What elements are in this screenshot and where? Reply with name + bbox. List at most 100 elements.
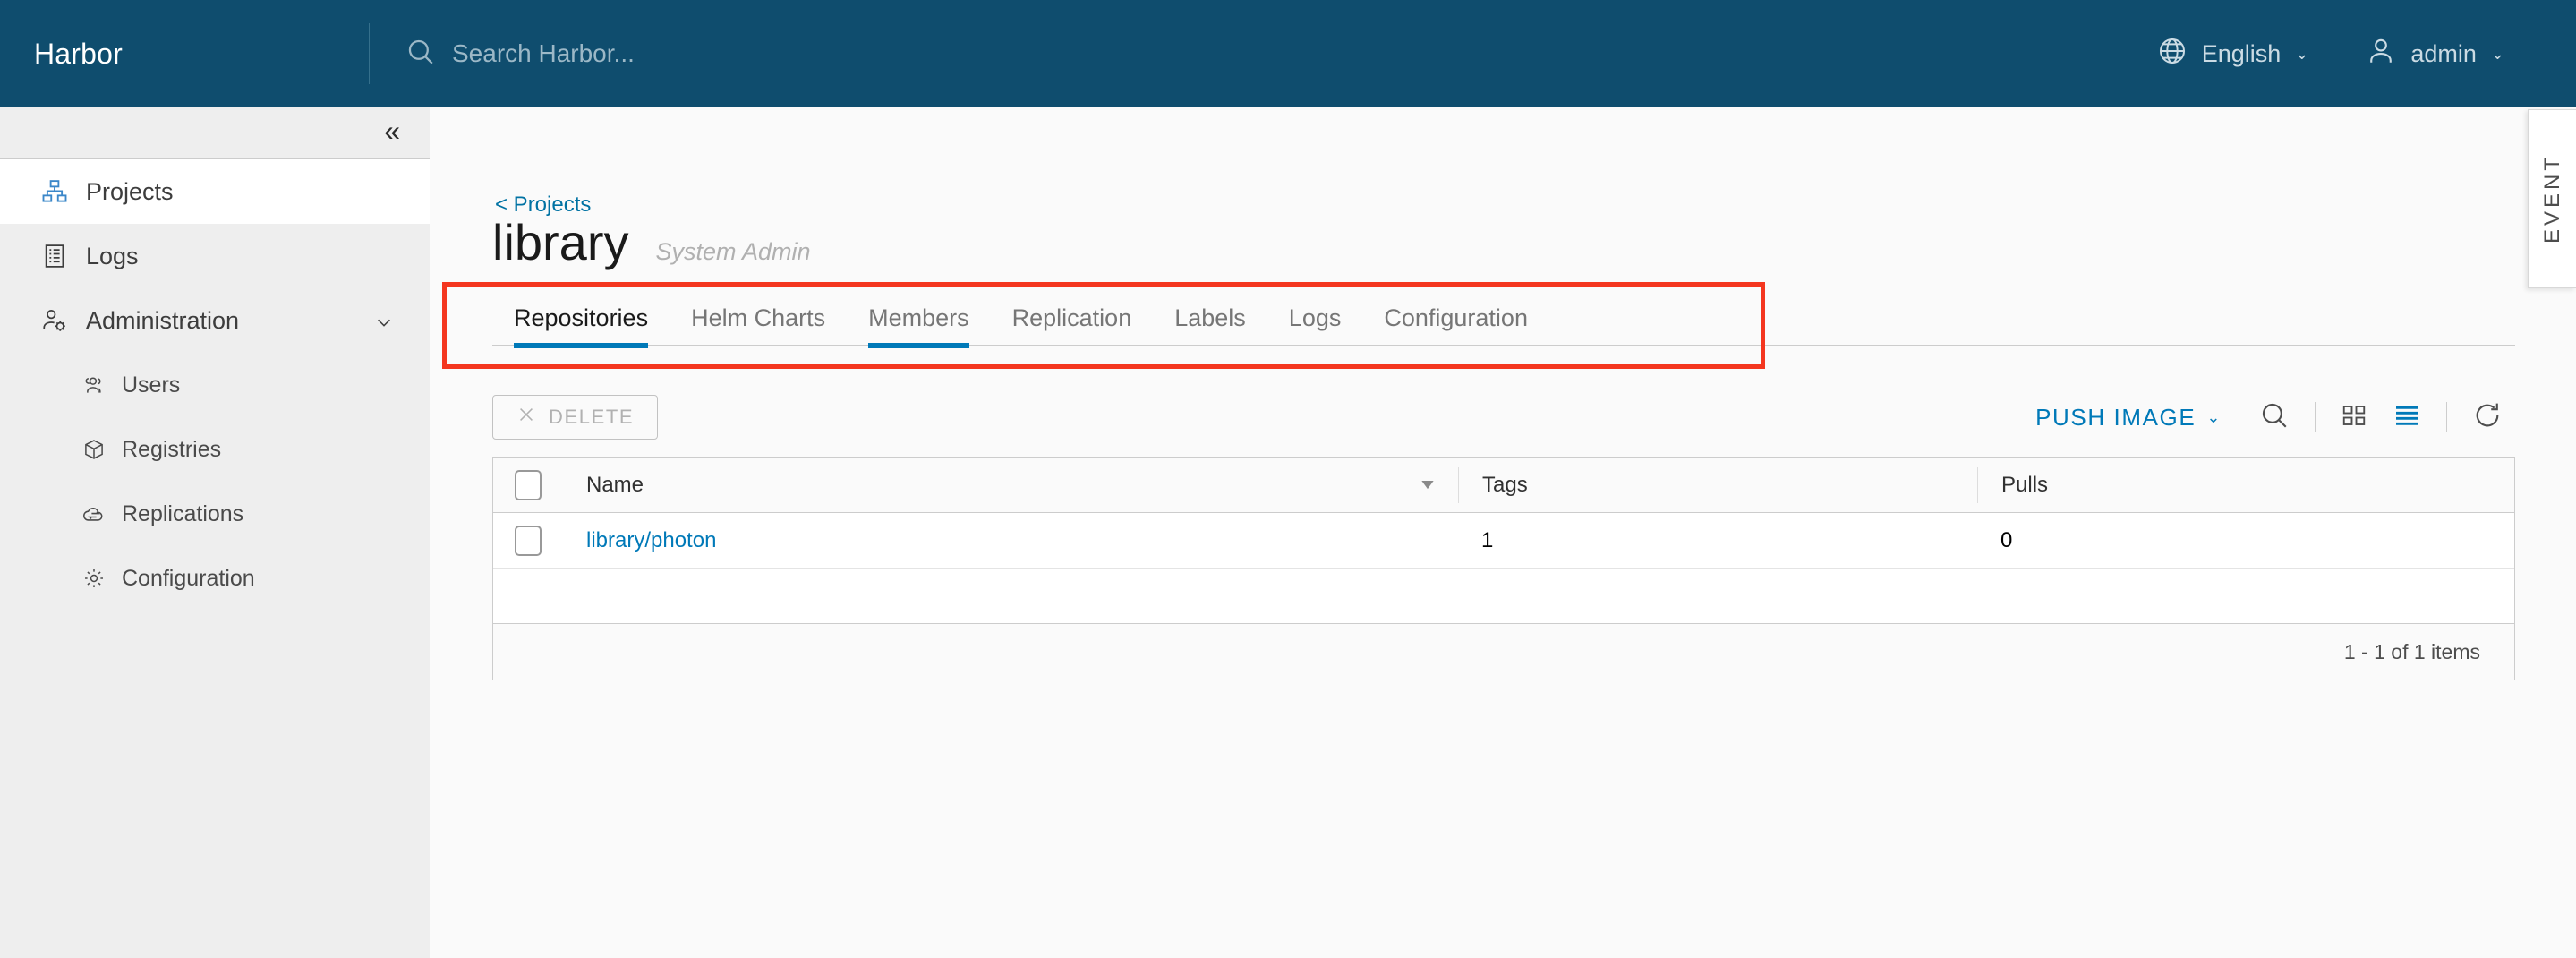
sidebar: « Projects Logs (0, 107, 430, 958)
cell-pulls: 0 (1977, 523, 2514, 559)
tab-label: Members (868, 304, 969, 331)
sidebar-item-label: Replications (122, 501, 243, 527)
column-label: Pulls (2001, 473, 2048, 498)
delete-button-label: DELETE (549, 406, 634, 429)
tab-label: Configuration (1384, 304, 1528, 331)
search-repositories-button[interactable] (2247, 400, 2302, 435)
refresh-icon (2472, 400, 2503, 435)
brand-label: Harbor (34, 38, 123, 71)
registries-icon (82, 438, 106, 461)
chevron-down-icon: ⌄ (2206, 409, 2222, 425)
grid-view-icon (2341, 402, 2367, 433)
repositories-table: Name Tags Pulls library/photon (492, 457, 2515, 680)
toolbar-divider (2315, 402, 2316, 432)
list-view-icon (2393, 401, 2421, 434)
table-empty-space (493, 569, 2514, 624)
search-icon (2259, 400, 2290, 435)
event-panel-toggle[interactable]: EVENT (2528, 109, 2576, 288)
sidebar-item-label: Logs (86, 243, 139, 270)
cell-value: 1 (1481, 528, 1493, 553)
table-row[interactable]: library/photon 1 0 (493, 513, 2514, 569)
column-header-pulls[interactable]: Pulls (1977, 467, 2514, 503)
main-content: < Projects library System Admin Reposito… (430, 107, 2576, 958)
grid-view-button[interactable] (2328, 402, 2380, 433)
sidebar-item-registries[interactable]: Registries (0, 417, 430, 482)
top-header-bar: Harbor English ⌄ (0, 0, 2576, 107)
tab-members[interactable]: Members (847, 304, 991, 346)
repository-link[interactable]: library/photon (586, 528, 716, 553)
sidebar-item-administration[interactable]: Administration (0, 288, 430, 353)
row-checkbox[interactable] (515, 526, 542, 556)
event-tab-label: EVENT (2540, 154, 2565, 244)
tab-labels[interactable]: Labels (1153, 304, 1267, 346)
user-avatar-icon (2366, 36, 2396, 73)
search-icon (405, 37, 436, 72)
tab-repositories[interactable]: Repositories (492, 304, 670, 346)
select-all-cell (493, 470, 563, 500)
toolbar-divider (2446, 402, 2447, 432)
sidebar-item-label: Projects (86, 178, 174, 206)
column-header-name[interactable]: Name (563, 467, 1458, 503)
language-label: English (2202, 40, 2282, 68)
tab-configuration[interactable]: Configuration (1362, 304, 1549, 346)
page-header: library System Admin (492, 218, 811, 268)
collapse-sidebar-icon[interactable]: « (384, 116, 397, 145)
sidebar-item-users[interactable]: Users (0, 353, 430, 417)
users-icon (82, 373, 106, 397)
replications-icon (82, 502, 106, 526)
push-image-label: PUSH IMAGE (2035, 404, 2196, 432)
page-title: library (492, 218, 628, 268)
tab-label: Replication (1012, 304, 1132, 331)
column-label: Name (586, 473, 644, 498)
pagination-summary: 1 - 1 of 1 items (2344, 640, 2480, 664)
tab-label: Repositories (514, 304, 648, 331)
filter-icon[interactable] (1419, 476, 1458, 494)
cell-name: library/photon (563, 523, 1458, 559)
sidebar-item-label: Administration (86, 307, 239, 335)
tab-label: Labels (1174, 304, 1246, 331)
cell-tags: 1 (1458, 523, 1977, 559)
administration-icon (41, 307, 68, 334)
chevron-down-icon: ⌄ (2491, 46, 2504, 62)
user-menu[interactable]: admin ⌄ (2337, 36, 2533, 73)
tab-helm-charts[interactable]: Helm Charts (670, 304, 847, 346)
sidebar-item-label: Users (122, 372, 180, 398)
tab-replication[interactable]: Replication (991, 304, 1154, 346)
sidebar-item-configuration[interactable]: Configuration (0, 546, 430, 611)
close-x-icon (516, 405, 536, 430)
language-selector[interactable]: English ⌄ (2128, 36, 2338, 73)
refresh-button[interactable] (2460, 400, 2515, 435)
globe-icon (2157, 36, 2188, 73)
logs-icon (41, 243, 68, 269)
sidebar-collapse-row: « (0, 107, 430, 159)
chevron-down-icon: ⌄ (2295, 46, 2308, 62)
delete-button[interactable]: DELETE (492, 395, 658, 440)
toolbar-right-actions: PUSH IMAGE ⌄ (2035, 400, 2515, 435)
global-search[interactable] (370, 37, 2128, 72)
project-tabs: Repositories Helm Charts Members Replica… (492, 304, 2515, 346)
table-header-row: Name Tags Pulls (493, 458, 2514, 513)
push-image-button[interactable]: PUSH IMAGE ⌄ (2035, 404, 2247, 432)
cell-value: 0 (2000, 528, 2012, 553)
search-input[interactable] (452, 39, 1079, 68)
column-label: Tags (1482, 473, 1528, 498)
column-header-tags[interactable]: Tags (1458, 467, 1977, 503)
row-select-cell (493, 526, 563, 556)
tab-label: Logs (1289, 304, 1342, 331)
select-all-checkbox[interactable] (515, 470, 542, 500)
sidebar-item-projects[interactable]: Projects (0, 159, 430, 224)
user-label: admin (2410, 40, 2477, 68)
list-view-button[interactable] (2380, 401, 2434, 434)
tab-logs[interactable]: Logs (1267, 304, 1363, 346)
brand-logo[interactable]: Harbor (0, 0, 369, 107)
sidebar-item-replications[interactable]: Replications (0, 482, 430, 546)
sidebar-item-label: Registries (122, 437, 221, 463)
chevron-down-icon[interactable] (374, 311, 394, 330)
sidebar-item-label: Configuration (122, 566, 255, 592)
header-actions: English ⌄ admin ⌄ (2128, 36, 2576, 73)
configuration-icon (82, 567, 106, 590)
tab-label: Helm Charts (691, 304, 825, 331)
repositories-toolbar: DELETE PUSH IMAGE ⌄ (492, 392, 2515, 442)
table-footer: 1 - 1 of 1 items (493, 624, 2514, 680)
sidebar-item-logs[interactable]: Logs (0, 224, 430, 288)
